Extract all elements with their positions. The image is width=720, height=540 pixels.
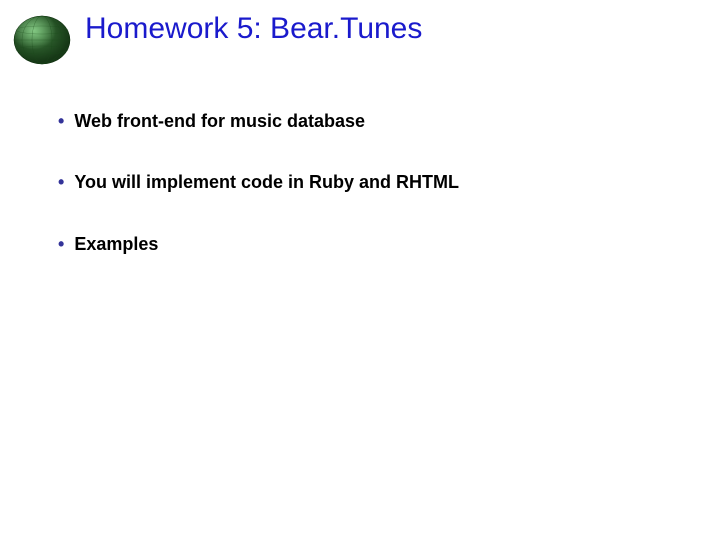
bullet-item: • Examples: [58, 233, 459, 256]
bullet-text: Web front-end for music database: [74, 110, 365, 133]
bullet-text: Examples: [74, 233, 158, 256]
bullet-item: • You will implement code in Ruby and RH…: [58, 171, 459, 194]
globe-icon: [12, 10, 72, 70]
bullet-marker: •: [58, 233, 64, 256]
bullet-marker: •: [58, 110, 64, 133]
slide-title: Homework 5: Bear.Tunes: [85, 12, 422, 46]
bullet-item: • Web front-end for music database: [58, 110, 459, 133]
bullet-text: You will implement code in Ruby and RHTM…: [74, 171, 459, 194]
bullet-marker: •: [58, 171, 64, 194]
slide-content: • Web front-end for music database • You…: [58, 110, 459, 294]
